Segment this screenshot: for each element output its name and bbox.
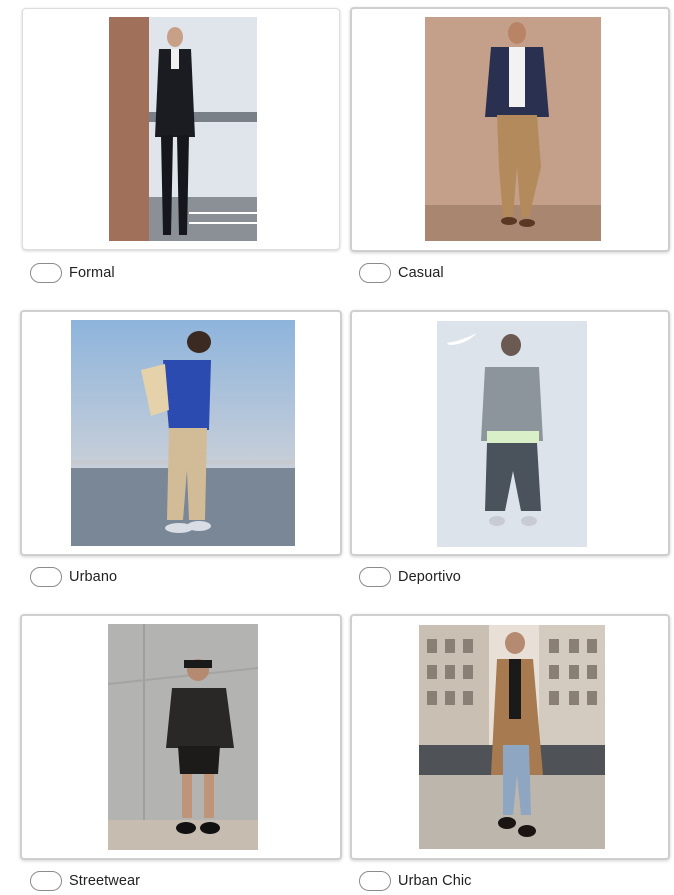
radio-button-urban-chic[interactable] — [359, 871, 391, 891]
streetwear-outfit-photo — [108, 624, 258, 850]
option-label-formal: Formal — [69, 265, 115, 281]
option-label-streetwear: Streetwear — [69, 873, 141, 889]
urban-chic-outfit-photo — [419, 625, 605, 849]
option-label-urban-chic: Urban Chic — [398, 873, 472, 889]
option-streetwear[interactable]: Streetwear — [30, 871, 140, 891]
formal-outfit-photo — [109, 17, 257, 241]
radio-button-streetwear[interactable] — [30, 871, 62, 891]
option-deportivo[interactable]: Deportivo — [359, 567, 461, 587]
radio-button-urbano[interactable] — [30, 567, 62, 587]
option-card-urban-chic[interactable] — [350, 614, 670, 860]
option-label-urbano: Urbano — [69, 569, 118, 585]
option-card-casual[interactable] — [350, 7, 670, 252]
sport-outfit-photo — [437, 321, 587, 547]
option-label-casual: Casual — [398, 265, 444, 281]
option-urban-chic[interactable]: Urban Chic — [359, 871, 472, 891]
option-card-streetwear[interactable] — [20, 614, 342, 860]
radio-button-casual[interactable] — [359, 263, 391, 283]
option-urbano[interactable]: Urbano — [30, 567, 117, 587]
radio-button-formal[interactable] — [30, 263, 62, 283]
option-card-deportivo[interactable] — [350, 310, 670, 556]
urban-outfit-photo — [71, 320, 295, 546]
casual-outfit-photo — [425, 17, 601, 241]
option-formal[interactable]: Formal — [30, 263, 115, 283]
option-casual[interactable]: Casual — [359, 263, 444, 283]
option-card-formal[interactable] — [22, 8, 340, 250]
option-card-urbano[interactable] — [20, 310, 342, 556]
radio-button-deportivo[interactable] — [359, 567, 391, 587]
option-label-deportivo: Deportivo — [398, 569, 461, 585]
